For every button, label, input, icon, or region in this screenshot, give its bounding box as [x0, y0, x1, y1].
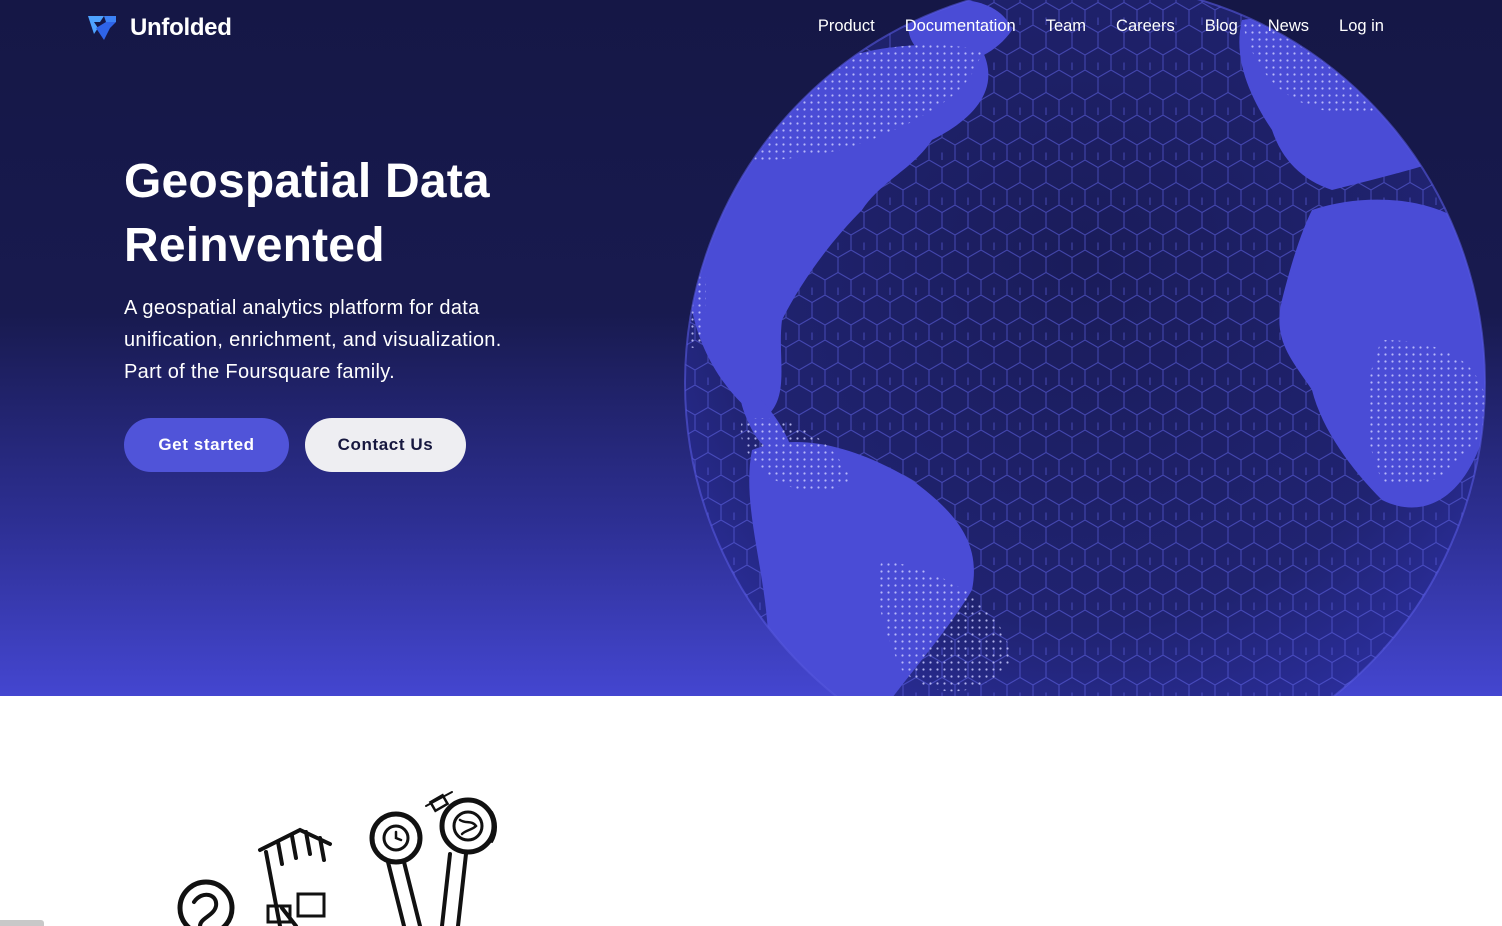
globe-icon — [684, 0, 1486, 696]
line-art-icon — [177, 791, 497, 926]
hero-title-line-2: Reinvented — [124, 219, 385, 272]
nav-news[interactable]: News — [1268, 17, 1309, 36]
feature-illustration — [170, 790, 510, 926]
hero-subtitle-line-1: A geospatial analytics platform for data — [124, 297, 480, 319]
nav-documentation[interactable]: Documentation — [905, 17, 1016, 36]
hero-title-line-1: Geospatial Data — [124, 155, 490, 208]
top-nav: Product Documentation Team Careers Blog … — [818, 17, 1384, 36]
nav-blog[interactable]: Blog — [1205, 17, 1238, 36]
brand-logo[interactable]: Unfolded — [84, 12, 232, 44]
hero-section: Unfolded Product Documentation Team Care… — [0, 0, 1502, 696]
nav-log-in[interactable]: Log in — [1339, 17, 1384, 36]
nav-product[interactable]: Product — [818, 17, 875, 36]
hero-subtitle-line-3: Part of the Foursquare family. — [124, 361, 395, 383]
brand-name: Unfolded — [130, 14, 232, 41]
hero-title: Geospatial Data Reinvented — [124, 150, 644, 278]
scroll-indicator[interactable] — [0, 920, 44, 926]
nav-team[interactable]: Team — [1046, 17, 1086, 36]
globe-illustration — [682, 0, 1488, 696]
nav-careers[interactable]: Careers — [1116, 17, 1175, 36]
get-started-button[interactable]: Get started — [124, 418, 289, 472]
contact-us-button[interactable]: Contact Us — [305, 418, 466, 472]
unfolded-logo-icon — [88, 16, 116, 40]
hero-subtitle-line-2: unification, enrichment, and visualizati… — [124, 329, 502, 351]
hero-subtitle: A geospatial analytics platform for data… — [124, 292, 564, 388]
